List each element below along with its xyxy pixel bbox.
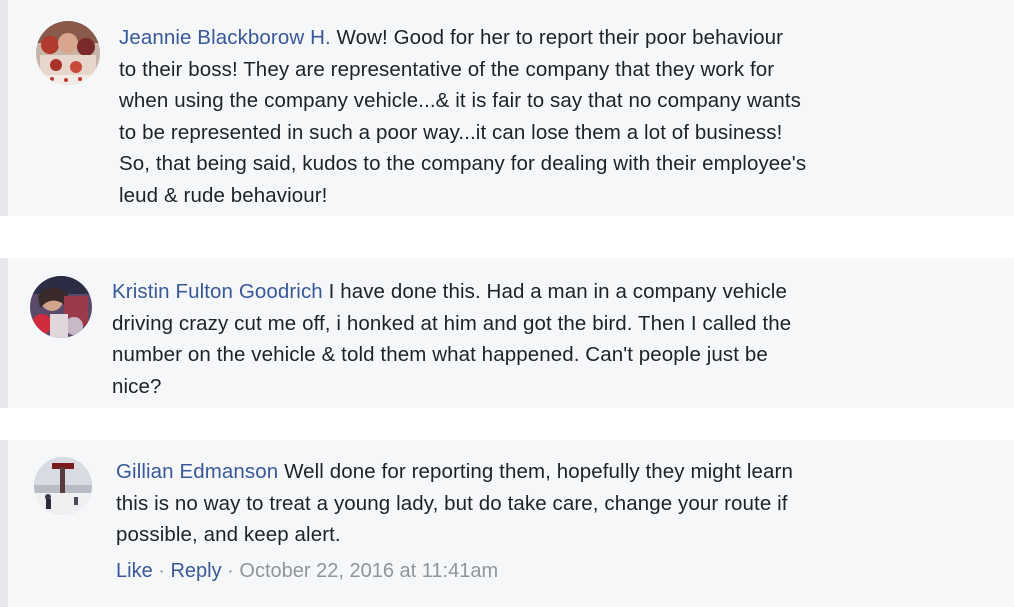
- comment-body: Jeannie Blackborow H. Wow! Good for her …: [119, 22, 999, 211]
- comment-text-line: I have done this. Had a man in a company…: [322, 280, 787, 303]
- comment-card: Jeannie Blackborow H. Wow! Good for her …: [0, 0, 1014, 216]
- comment-author[interactable]: Kristin Fulton Goodrich: [112, 280, 323, 303]
- comment-author[interactable]: Gillian Edmanson: [116, 460, 278, 483]
- comment-author[interactable]: Jeannie Blackborow H.: [119, 26, 331, 49]
- comment-card: Gillian Edmanson Well done for reporting…: [0, 440, 1014, 607]
- comment-text-line: possible, and keep alert.: [116, 523, 341, 546]
- comment-text-line: nice?: [112, 374, 162, 398]
- comment-text-line: to their boss! They are representative o…: [119, 57, 775, 81]
- comment-text-line: number on the vehicle & told them what h…: [112, 343, 768, 366]
- avatar[interactable]: [34, 457, 92, 515]
- comment-card: Kristin Fulton Goodrich I have done this…: [0, 258, 1014, 408]
- avatar[interactable]: [36, 21, 100, 85]
- comment-text-line: this is no way to treat a young lady, bu…: [116, 491, 788, 515]
- comment-text-line: driving crazy cut me off, i honked at hi…: [112, 311, 792, 335]
- comment-actions: Like · Reply · October 22, 2016 at 11:41…: [116, 560, 498, 583]
- comment-text-line: Wow! Good for her to report their poor b…: [330, 26, 784, 49]
- comment-text-line: Well done for reporting them, hopefully …: [278, 460, 793, 483]
- comment-text-line: leud & rude behaviour!: [119, 183, 328, 207]
- comment-text-line: when using the company vehicle...& it is…: [119, 89, 801, 112]
- like-link[interactable]: Like: [116, 560, 153, 582]
- comment-text-line: to be represented in such a poor way...i…: [119, 120, 783, 144]
- comment-text-line: So, that being said, kudos to the compan…: [119, 152, 807, 175]
- comment-body: Gillian Edmanson Well done for reporting…: [116, 456, 996, 551]
- action-separator: ·: [221, 560, 240, 582]
- comment-body: Kristin Fulton Goodrich I have done this…: [112, 276, 992, 402]
- comment-timestamp[interactable]: October 22, 2016 at 11:41am: [239, 560, 498, 582]
- avatar[interactable]: [30, 276, 92, 338]
- action-separator: ·: [152, 560, 171, 582]
- reply-link[interactable]: Reply: [170, 560, 221, 582]
